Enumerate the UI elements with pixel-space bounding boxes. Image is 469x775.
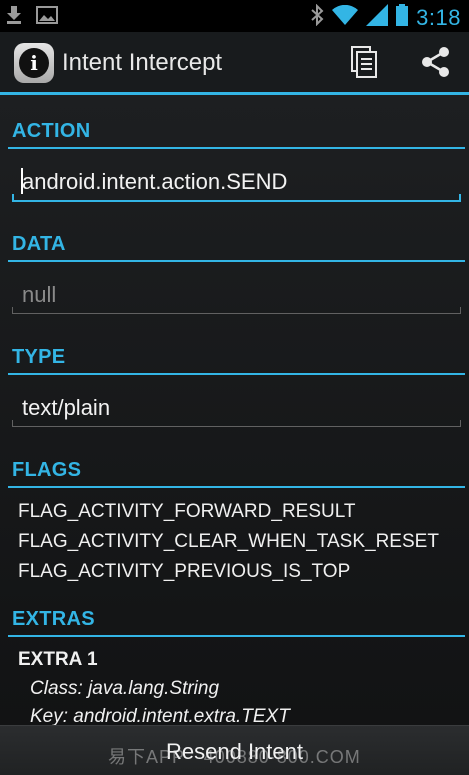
resend-intent-button[interactable]: Resend Intent <box>0 739 469 765</box>
data-header: DATA <box>12 233 66 255</box>
image-icon <box>36 6 58 29</box>
wifi-icon <box>332 4 359 30</box>
status-bar: 3:18 <box>0 0 469 32</box>
extra-class: Class: java.lang.String <box>30 678 220 699</box>
signal-icon <box>366 4 389 31</box>
action-value: android.intent.action.SEND <box>22 169 288 194</box>
data-divider <box>8 260 465 262</box>
info-icon: i <box>19 48 49 78</box>
battery-icon <box>396 4 409 31</box>
flag-item: FLAG_ACTIVITY_CLEAR_WHEN_TASK_RESET <box>18 531 439 552</box>
clock: 3:18 <box>416 4 461 30</box>
flag-item: FLAG_ACTIVITY_FORWARD_RESULT <box>18 501 356 522</box>
bottom-bar: Resend Intent <box>0 725 469 775</box>
data-field[interactable]: null <box>12 277 461 314</box>
type-header: TYPE <box>12 346 66 368</box>
action-header: ACTION <box>12 120 91 142</box>
extra-title: EXTRA 1 <box>18 649 98 670</box>
app-icon[interactable]: i <box>14 43 54 83</box>
type-field[interactable]: text/plain <box>12 390 461 427</box>
download-icon <box>6 6 22 29</box>
extras-header: EXTRAS <box>12 608 95 630</box>
bluetooth-icon <box>310 3 324 31</box>
app-title: Intent Intercept <box>62 49 223 76</box>
action-bar: i Intent Intercept <box>0 32 469 95</box>
intent-details[interactable]: ACTION android.intent.action.SEND DATA n… <box>0 95 469 727</box>
extras-divider <box>8 635 465 637</box>
data-value: null <box>22 282 57 307</box>
type-divider <box>8 373 465 375</box>
share-icon[interactable] <box>418 44 454 80</box>
action-field[interactable]: android.intent.action.SEND <box>12 164 461 202</box>
type-value: text/plain <box>22 395 111 420</box>
action-divider <box>8 147 465 149</box>
flags-list: FLAG_ACTIVITY_FORWARD_RESULT FLAG_ACTIVI… <box>18 497 439 587</box>
copy-icon[interactable] <box>346 44 382 80</box>
flag-item: FLAG_ACTIVITY_PREVIOUS_IS_TOP <box>18 561 351 582</box>
flags-header: FLAGS <box>12 459 82 481</box>
flags-divider <box>8 486 465 488</box>
